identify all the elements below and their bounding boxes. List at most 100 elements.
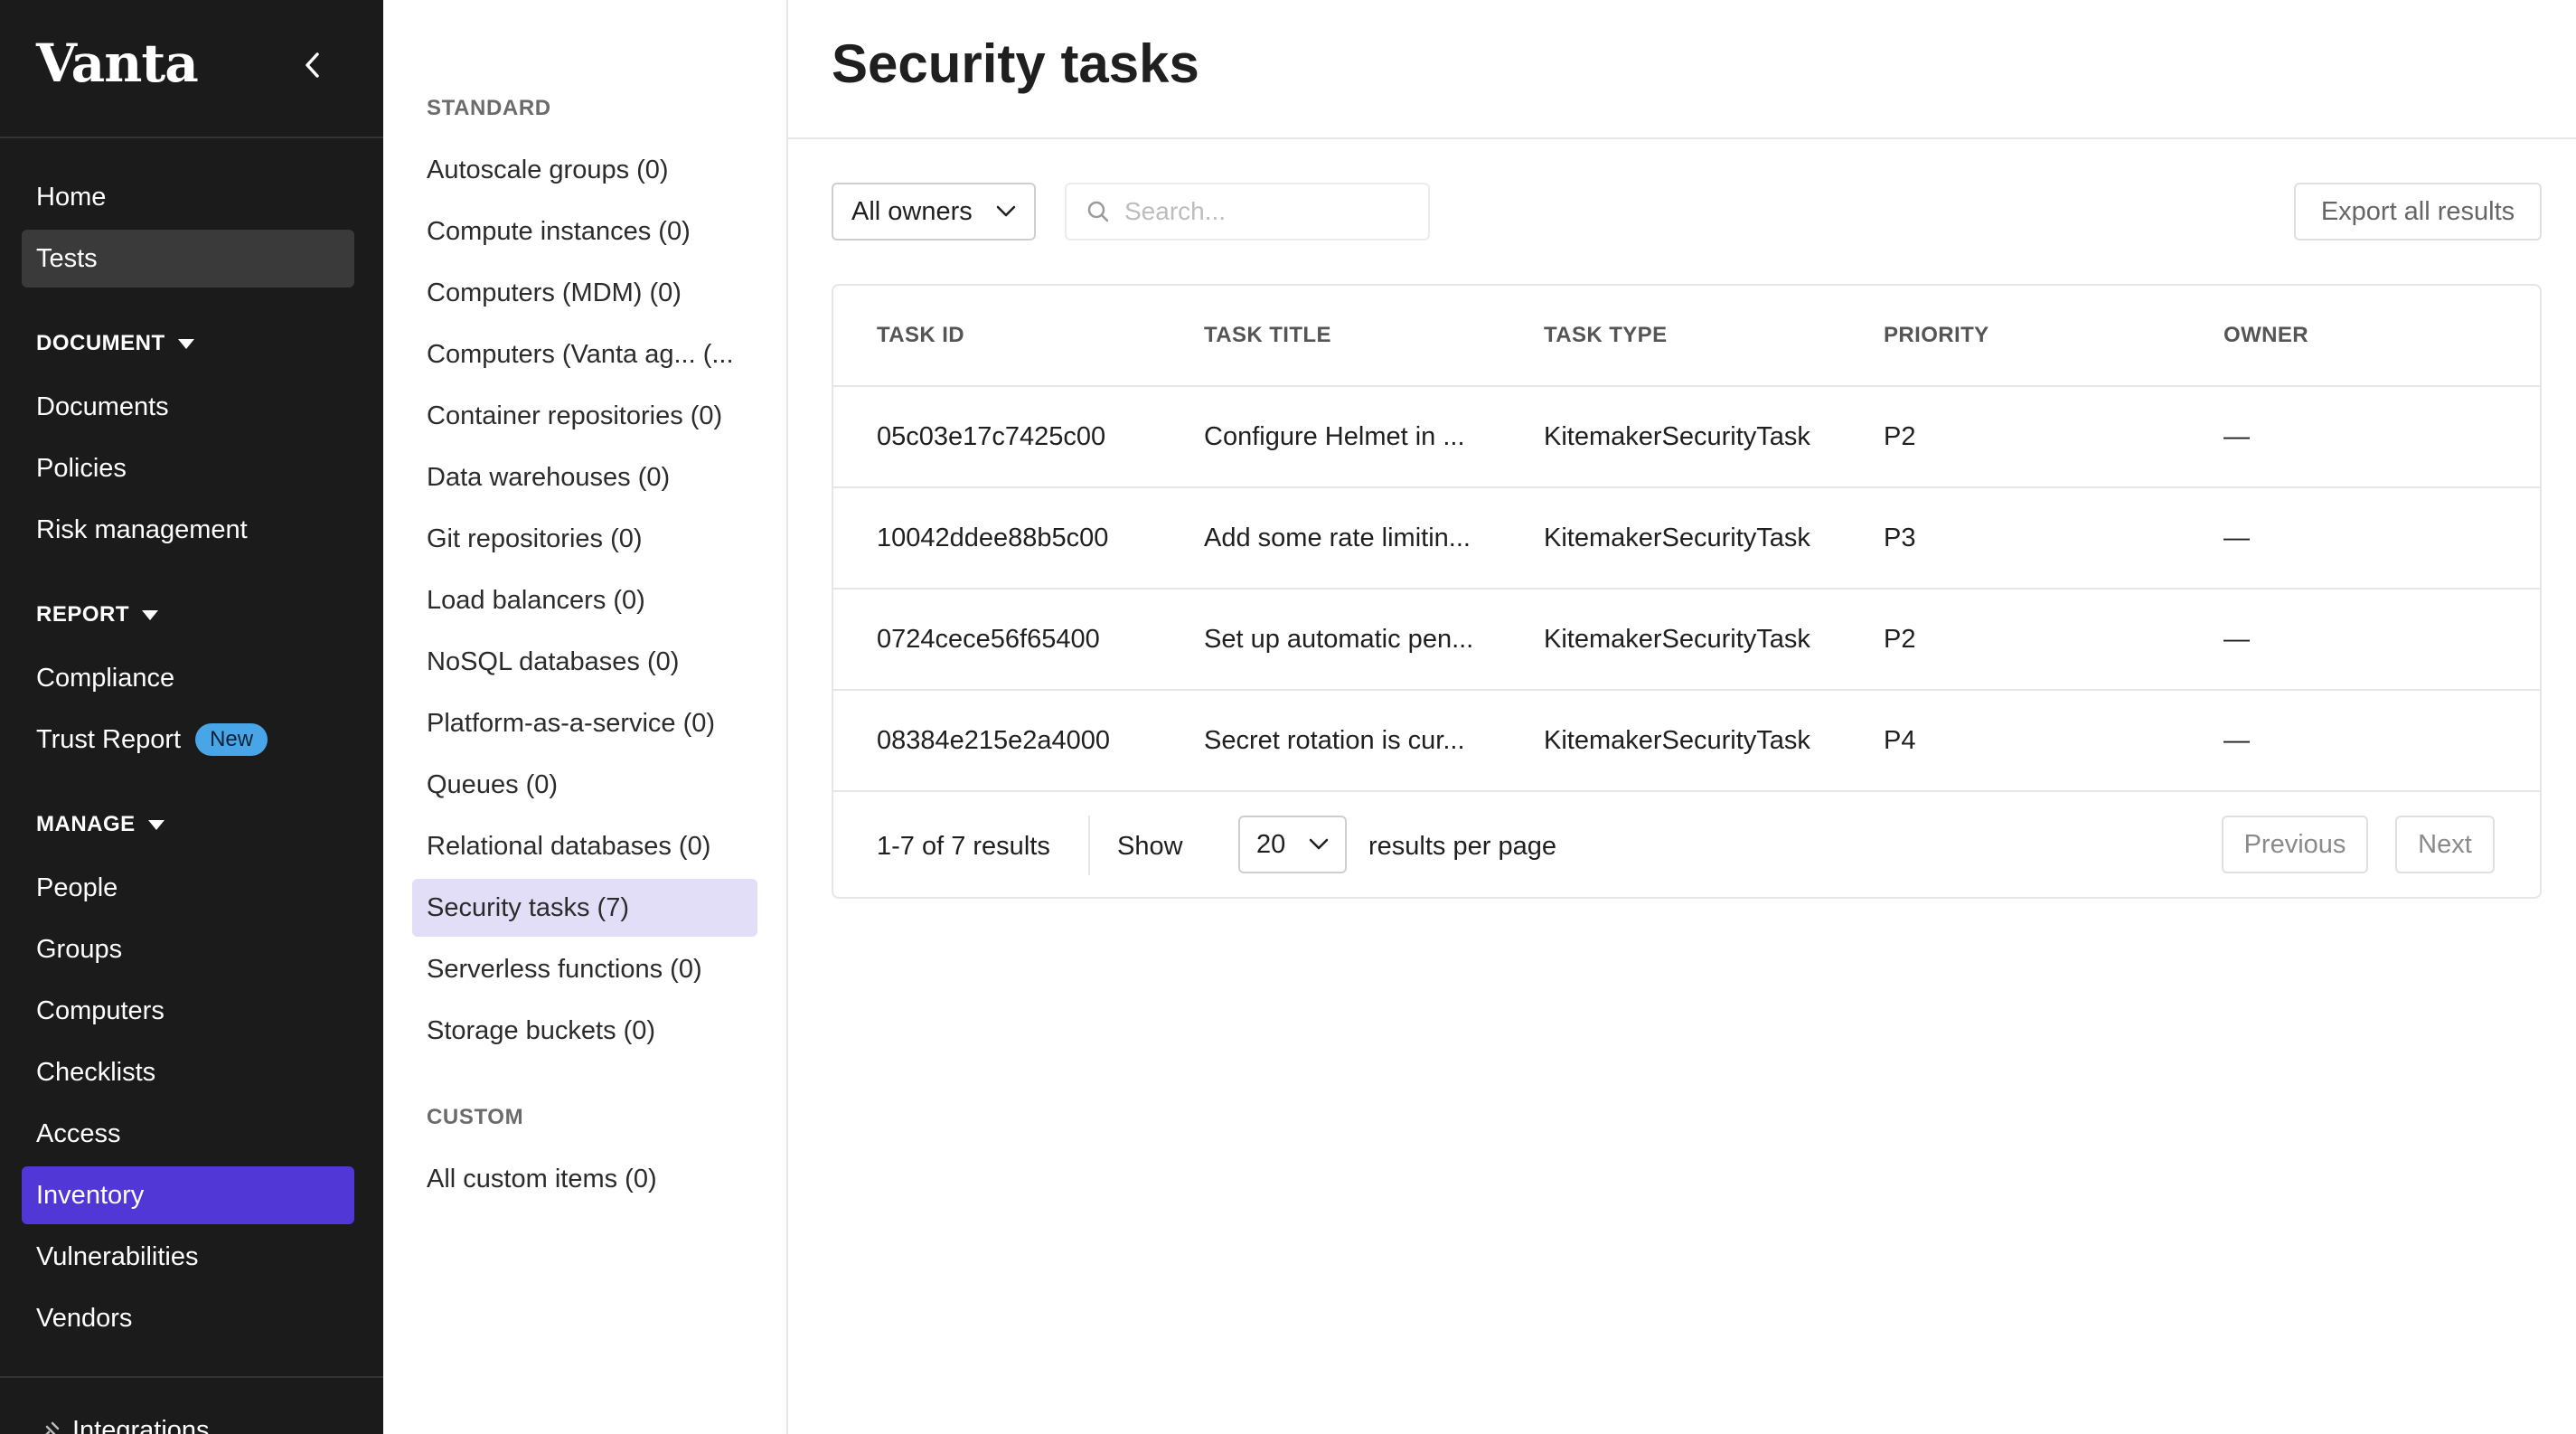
category-item[interactable]: Platform-as-a-service (0) bbox=[412, 694, 757, 752]
category-item[interactable]: Container repositories (0) bbox=[412, 387, 757, 445]
sidebar-item-label: Checklists bbox=[36, 1057, 156, 1087]
task-type-cell: KitemakerSecurityTask bbox=[1544, 523, 1810, 552]
category-item[interactable]: Data warehouses (0) bbox=[412, 448, 757, 506]
category-item[interactable]: All custom items (0) bbox=[412, 1150, 757, 1208]
next-page-button[interactable]: Next bbox=[2395, 816, 2495, 873]
category-item[interactable]: Load balancers (0) bbox=[412, 571, 757, 629]
results-count: 1-7 of 7 results bbox=[877, 831, 1050, 861]
section-title: DOCUMENT bbox=[36, 331, 165, 355]
category-item[interactable]: Git repositories (0) bbox=[412, 510, 757, 568]
sidebar-item-access[interactable]: Access bbox=[22, 1105, 354, 1163]
sidebar-item-checklists[interactable]: Checklists bbox=[22, 1043, 354, 1101]
collapse-sidebar-button[interactable] bbox=[293, 45, 333, 85]
sidebar-item-integrations[interactable]: Integrations bbox=[36, 1416, 210, 1434]
sidebar-item-label: Inventory bbox=[36, 1180, 145, 1210]
per-page-value: 20 bbox=[1256, 829, 1286, 859]
priority-cell: P2 bbox=[1884, 421, 1916, 451]
sidebar-item-trust-report[interactable]: Trust Report New bbox=[22, 711, 354, 769]
search-box bbox=[1065, 183, 1430, 241]
sidebar-item-policies[interactable]: Policies bbox=[22, 439, 354, 497]
sidebar-item-inventory[interactable]: Inventory bbox=[22, 1166, 354, 1224]
divider bbox=[1088, 816, 1090, 875]
section-toggle-report[interactable]: REPORT bbox=[36, 602, 159, 627]
section-title: REPORT bbox=[36, 602, 130, 627]
column-header-task-title[interactable]: TASK TITLE bbox=[1204, 286, 1331, 385]
sidebar-item-label: People bbox=[36, 873, 118, 902]
sidebar-item-label: Compliance bbox=[36, 663, 175, 693]
category-item[interactable]: Storage buckets (0) bbox=[412, 1002, 757, 1060]
export-all-results-button[interactable]: Export all results bbox=[2294, 183, 2542, 241]
sidebar-item-risk-management[interactable]: Risk management bbox=[22, 501, 354, 559]
vanta-logo[interactable]: Vanta bbox=[36, 33, 199, 94]
category-item[interactable]: Computers (MDM) (0) bbox=[412, 264, 757, 322]
sidebar-item-groups[interactable]: Groups bbox=[22, 920, 354, 978]
sidebar-item-label: Vendors bbox=[36, 1303, 133, 1333]
task-id-cell: 10042ddee88b5c00 bbox=[877, 523, 1109, 552]
sidebar-item-compliance[interactable]: Compliance bbox=[22, 649, 354, 707]
owner-cell: — bbox=[2223, 523, 2250, 552]
task-id-cell: 05c03e17c7425c00 bbox=[877, 421, 1106, 451]
column-header-task-type[interactable]: TASK TYPE bbox=[1544, 286, 1668, 385]
task-title-cell: Secret rotation is cur... bbox=[1204, 725, 1465, 755]
task-id-cell: 0724cece56f65400 bbox=[877, 624, 1100, 654]
category-item[interactable]: Queues (0) bbox=[412, 756, 757, 814]
priority-cell: P2 bbox=[1884, 624, 1916, 654]
task-title-cell: Configure Helmet in ... bbox=[1204, 421, 1465, 451]
category-item[interactable]: Autoscale groups (0) bbox=[412, 141, 757, 199]
task-title-cell: Set up automatic pen... bbox=[1204, 624, 1474, 654]
sidebar-item-documents[interactable]: Documents bbox=[22, 378, 354, 436]
per-page-select[interactable]: 20 bbox=[1238, 816, 1347, 873]
section-toggle-document[interactable]: DOCUMENT bbox=[36, 331, 194, 356]
owners-filter-value: All owners bbox=[851, 196, 973, 226]
sidebar-item-label: Groups bbox=[36, 934, 123, 964]
sidebar-item-people[interactable]: People bbox=[22, 859, 354, 917]
task-type-cell: KitemakerSecurityTask bbox=[1544, 725, 1810, 755]
search-input[interactable] bbox=[1124, 197, 1414, 226]
sidebar-item-computers[interactable]: Computers bbox=[22, 982, 354, 1040]
security-tasks-table: TASK ID TASK TITLE TASK TYPE PRIORITY OW… bbox=[832, 284, 2542, 899]
sidebar-item-label: Computers bbox=[36, 995, 165, 1025]
column-header-priority[interactable]: PRIORITY bbox=[1884, 286, 1989, 385]
sidebar-item-label: Vulnerabilities bbox=[36, 1241, 199, 1271]
column-header-owner[interactable]: OWNER bbox=[2223, 286, 2308, 385]
table-row[interactable]: 10042ddee88b5c00 Add some rate limitin..… bbox=[833, 488, 2540, 590]
show-label: Show bbox=[1117, 831, 1183, 861]
sidebar-item-vulnerabilities[interactable]: Vulnerabilities bbox=[22, 1228, 354, 1286]
category-item[interactable]: Compute instances (0) bbox=[412, 203, 757, 260]
sidebar-item-tests[interactable]: Tests bbox=[22, 230, 354, 288]
category-item[interactable]: Relational databases (0) bbox=[412, 817, 757, 875]
table-header-row: TASK ID TASK TITLE TASK TYPE PRIORITY OW… bbox=[833, 286, 2540, 387]
standard-heading: STANDARD bbox=[427, 96, 551, 120]
category-item-selected[interactable]: Security tasks (7) bbox=[412, 879, 757, 937]
per-page-label: results per page bbox=[1368, 831, 1556, 861]
sidebar-item-home[interactable]: Home bbox=[22, 168, 354, 226]
previous-page-button[interactable]: Previous bbox=[2222, 816, 2368, 873]
table-row[interactable]: 0724cece56f65400 Set up automatic pen...… bbox=[833, 590, 2540, 691]
sidebar-item-label: Home bbox=[36, 182, 107, 212]
sidebar-item-vendors[interactable]: Vendors bbox=[22, 1289, 354, 1347]
table-row[interactable]: 05c03e17c7425c00 Configure Helmet in ...… bbox=[833, 387, 2540, 488]
integrations-icon bbox=[44, 1421, 60, 1434]
owners-filter-select[interactable]: All owners bbox=[832, 183, 1036, 241]
caret-down-icon bbox=[147, 819, 165, 830]
search-icon bbox=[1087, 201, 1109, 222]
section-toggle-manage[interactable]: MANAGE bbox=[36, 812, 165, 837]
sidebar: Vanta Home Tests DOCUMENT Documents Poli… bbox=[0, 0, 383, 1434]
chevron-left-icon bbox=[306, 52, 319, 78]
custom-heading: CUSTOM bbox=[427, 1105, 524, 1129]
column-header-task-id[interactable]: TASK ID bbox=[877, 286, 964, 385]
sidebar-footer: Integrations bbox=[0, 1376, 383, 1434]
table-row[interactable]: 08384e215e2a4000 Secret rotation is cur.… bbox=[833, 691, 2540, 792]
caret-down-icon bbox=[142, 609, 159, 620]
priority-cell: P4 bbox=[1884, 725, 1916, 755]
sidebar-header: Vanta bbox=[0, 0, 383, 138]
category-item[interactable]: Computers (Vanta ag... (... bbox=[412, 325, 757, 383]
sidebar-item-label: Documents bbox=[36, 392, 169, 421]
category-item[interactable]: Serverless functions (0) bbox=[412, 940, 757, 998]
owner-cell: — bbox=[2223, 421, 2250, 451]
sidebar-item-label: Tests bbox=[36, 243, 98, 273]
category-item[interactable]: NoSQL databases (0) bbox=[412, 633, 757, 691]
priority-cell: P3 bbox=[1884, 523, 1916, 552]
sidebar-item-label: Access bbox=[36, 1118, 121, 1148]
task-type-cell: KitemakerSecurityTask bbox=[1544, 624, 1810, 654]
